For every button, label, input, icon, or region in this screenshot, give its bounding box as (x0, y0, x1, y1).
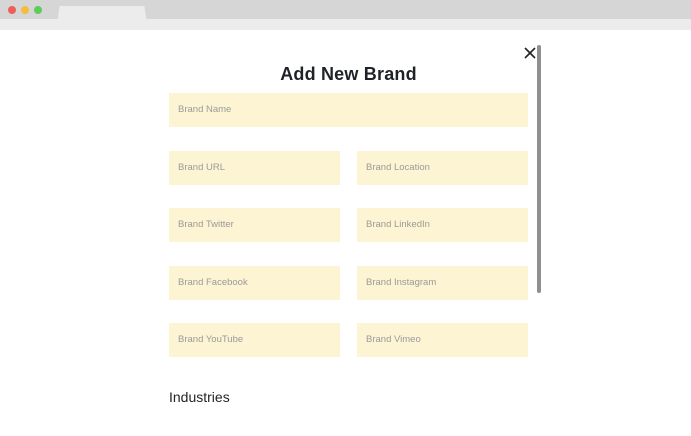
brand-url-field[interactable]: Brand URL (169, 151, 340, 185)
industries-heading: Industries (169, 389, 230, 405)
window-minimize-dot[interactable] (21, 6, 29, 14)
brand-facebook-field[interactable]: Brand Facebook (169, 266, 340, 300)
brand-twitter-field[interactable]: Brand Twitter (169, 208, 340, 242)
brand-location-field[interactable]: Brand Location (357, 151, 528, 185)
window-maximize-dot[interactable] (34, 6, 42, 14)
dialog-scrollbar[interactable] (537, 45, 541, 293)
dialog-title: Add New Brand (280, 64, 417, 84)
brand-instagram-field[interactable]: Brand Instagram (357, 266, 528, 300)
close-icon[interactable] (522, 45, 538, 61)
page-content (0, 30, 691, 436)
browser-titlebar (0, 0, 691, 30)
window-close-dot[interactable] (8, 6, 16, 14)
brand-vimeo-field[interactable]: Brand Vimeo (357, 323, 528, 357)
browser-toolbar (0, 19, 691, 30)
brand-youtube-field[interactable]: Brand YouTube (169, 323, 340, 357)
brand-linkedin-field[interactable]: Brand LinkedIn (357, 208, 528, 242)
brand-name-field[interactable]: Brand Name (169, 93, 528, 127)
